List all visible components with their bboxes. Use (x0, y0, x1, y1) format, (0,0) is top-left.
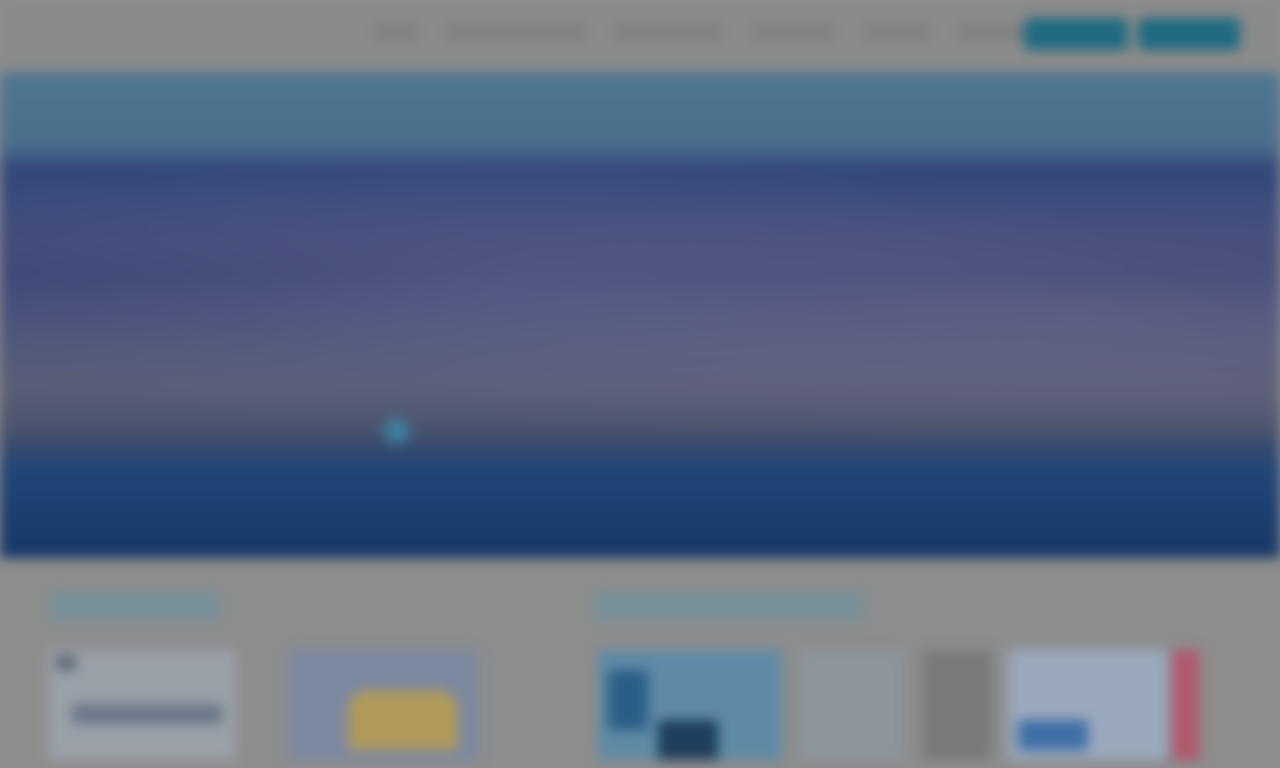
card-left-2[interactable] (288, 650, 478, 760)
hero-marker-icon[interactable] (384, 418, 410, 444)
header-button-primary[interactable] (1024, 18, 1128, 50)
card-right-2[interactable] (800, 650, 902, 760)
nav-item-3[interactable] (614, 24, 724, 40)
nav-item-5[interactable] (864, 24, 930, 40)
nav-item-4[interactable] (752, 24, 836, 40)
card-right-3[interactable] (922, 650, 992, 760)
section-title-left (50, 592, 220, 620)
blurred-page (0, 0, 1280, 768)
header-button-secondary[interactable] (1138, 18, 1240, 50)
card-image-detail (658, 720, 718, 760)
card-right-4[interactable] (1008, 650, 1168, 760)
section-title-right (594, 592, 864, 620)
card-right-1[interactable] (598, 650, 782, 760)
site-header (0, 0, 1280, 68)
nav-item-2[interactable] (446, 24, 586, 40)
nav-item-6[interactable] (958, 24, 1034, 40)
nav-item-1[interactable] (372, 24, 418, 40)
card-right-5[interactable] (1172, 650, 1200, 760)
card-image (348, 690, 458, 750)
card-icon (56, 656, 76, 670)
hero-banner (0, 72, 1280, 558)
card-left-1[interactable] (48, 650, 236, 760)
main-nav (372, 24, 1034, 40)
card-text-block (72, 704, 222, 724)
card-image (608, 670, 648, 730)
hero-image (0, 152, 1280, 452)
card-image (1018, 720, 1088, 750)
